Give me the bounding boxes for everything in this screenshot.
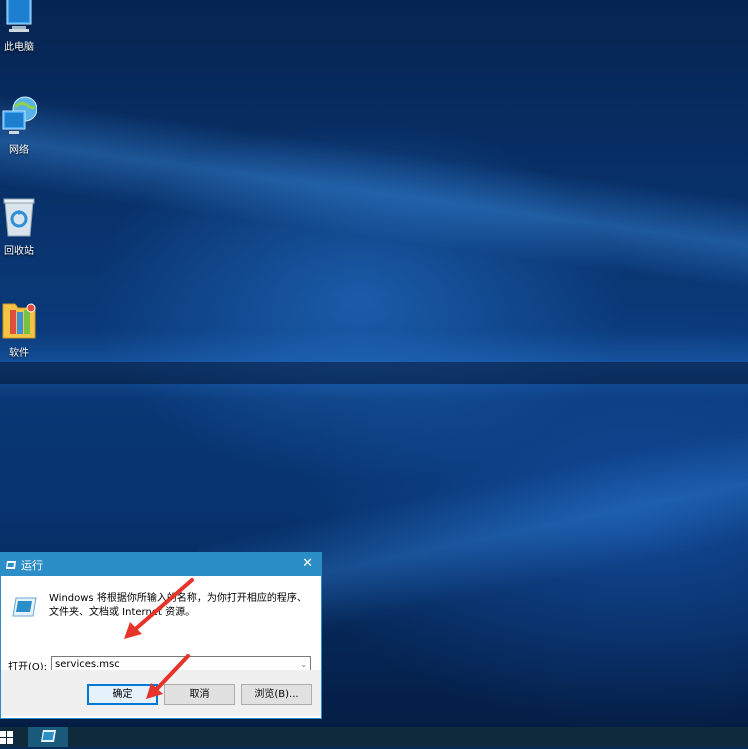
run-dialog-body: Windows 将根据你所输入的名称，为你打开相应的程序、文件夹、文档或 Int…: [1, 576, 321, 674]
ok-button[interactable]: 确定: [87, 684, 158, 705]
network-icon: [2, 96, 37, 134]
run-dialog-button-bar: 确定 取消 浏览(B)...: [1, 670, 321, 716]
windows-start-icon[interactable]: [0, 730, 14, 744]
desktop-icon-network[interactable]: 网络: [0, 95, 38, 156]
run-program-icon: [11, 596, 37, 622]
cancel-button[interactable]: 取消: [164, 684, 235, 705]
close-button[interactable]: ✕: [302, 556, 313, 571]
run-dialog-title-bar[interactable]: 运行 ✕: [1, 553, 321, 576]
software-folder-icon: [2, 303, 36, 339]
this-pc-icon: [6, 0, 32, 32]
desktop-icon-label: 网络: [9, 145, 29, 156]
taskbar-run-button[interactable]: [28, 727, 68, 747]
run-icon: [5, 560, 17, 570]
desktop-icon-software[interactable]: 软件: [0, 298, 38, 359]
run-dialog: 运行 ✕ Windows 将根据你所输入的名称，为你打开相应的程序、文件夹、文档…: [0, 552, 322, 719]
run-dialog-title: 运行: [21, 558, 43, 572]
recycle-bin-icon: [3, 198, 35, 237]
light-beam: [0, 87, 748, 303]
desktop-icon-label: 软件: [9, 348, 29, 359]
open-input-value: services.msc: [55, 659, 120, 670]
wallpaper-band: [0, 362, 748, 384]
desktop-background: 此电脑 网络 回收站 软件 运行 ✕ Windows 将根据你所输入的名称，为你…: [0, 0, 748, 727]
run-description: Windows 将根据你所输入的名称，为你打开相应的程序、文件夹、文档或 Int…: [49, 593, 307, 618]
desktop-icon-recycle-bin[interactable]: 回收站: [0, 196, 38, 257]
desktop-icon-this-pc[interactable]: 此电脑: [0, 0, 38, 53]
browse-button[interactable]: 浏览(B)...: [241, 684, 312, 705]
run-icon: [39, 728, 57, 747]
desktop-icon-label: 回收站: [4, 246, 34, 257]
desktop-icon-label: 此电脑: [4, 42, 34, 53]
taskbar: [0, 727, 748, 747]
